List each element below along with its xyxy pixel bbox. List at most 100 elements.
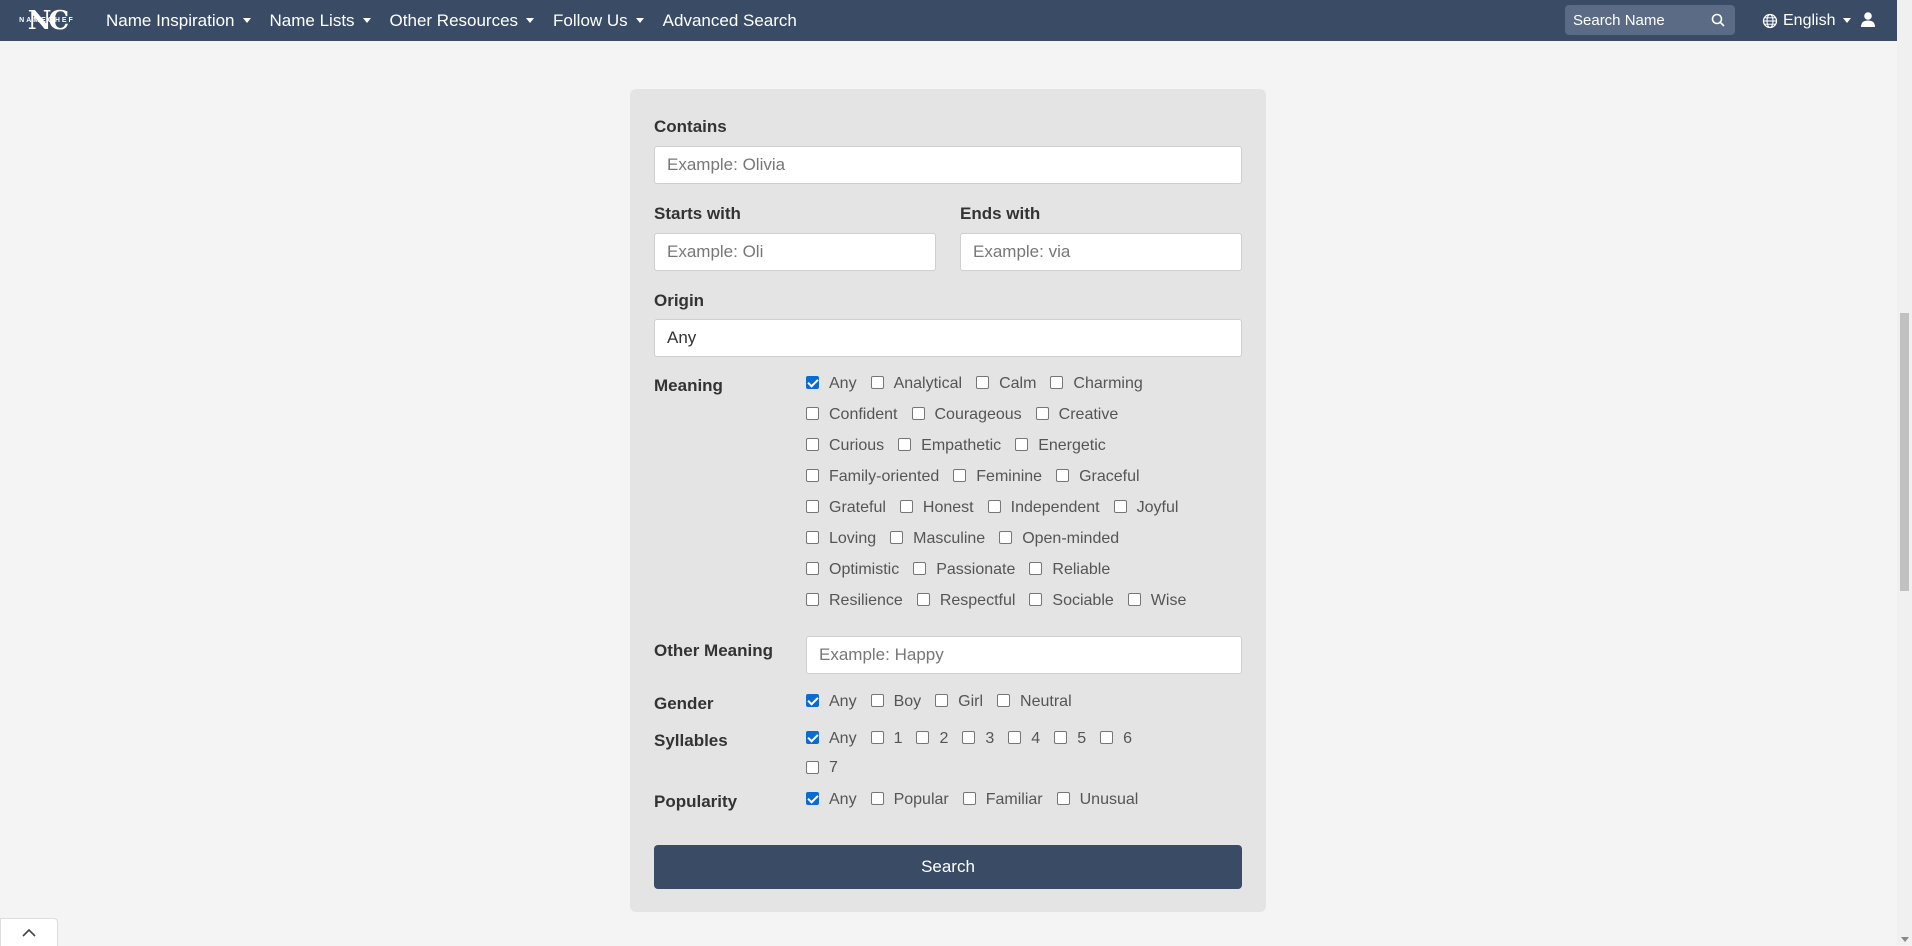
checkbox-icon[interactable] bbox=[890, 531, 904, 544]
meaning-option-respectful[interactable]: Respectful bbox=[916, 592, 1015, 610]
meaning-option-charming[interactable]: Charming bbox=[1050, 375, 1143, 393]
nav-item-name-lists[interactable]: Name Lists bbox=[270, 11, 371, 31]
checkbox-icon[interactable] bbox=[899, 500, 913, 513]
gender-option-neutral[interactable]: Neutral bbox=[997, 693, 1072, 711]
checkbox-icon[interactable] bbox=[916, 731, 930, 744]
search-icon[interactable] bbox=[1711, 13, 1725, 32]
meaning-option-open-minded[interactable]: Open-minded bbox=[999, 530, 1119, 548]
checkbox-icon[interactable] bbox=[1029, 562, 1043, 575]
meaning-option-honest[interactable]: Honest bbox=[899, 499, 974, 517]
nav-search-box[interactable] bbox=[1565, 5, 1735, 35]
checkbox-icon[interactable] bbox=[870, 376, 884, 389]
checkbox-icon[interactable] bbox=[898, 438, 912, 451]
checkbox-icon[interactable] bbox=[976, 376, 990, 389]
nav-item-name-inspiration[interactable]: Name Inspiration bbox=[106, 11, 251, 31]
meaning-option-courageous[interactable]: Courageous bbox=[911, 406, 1022, 424]
checkbox-icon[interactable] bbox=[806, 760, 819, 774]
syllables-option-6[interactable]: 6 bbox=[1100, 730, 1132, 748]
other-meaning-input[interactable] bbox=[806, 636, 1242, 674]
meaning-option-family-oriented[interactable]: Family-oriented bbox=[806, 468, 939, 486]
user-icon[interactable] bbox=[1860, 11, 1876, 33]
syllables-option-3[interactable]: 3 bbox=[962, 730, 994, 748]
scroll-down-arrow-icon[interactable] bbox=[1901, 937, 1909, 942]
meaning-option-curious[interactable]: Curious bbox=[806, 437, 884, 455]
meaning-option-confident[interactable]: Confident bbox=[806, 406, 898, 424]
nav-item-advanced-search[interactable]: Advanced Search bbox=[663, 11, 797, 31]
meaning-option-resilience[interactable]: Resilience bbox=[806, 592, 903, 610]
checkbox-icon[interactable] bbox=[987, 500, 1001, 513]
checkbox-icon[interactable] bbox=[1008, 731, 1022, 744]
meaning-option-reliable[interactable]: Reliable bbox=[1029, 561, 1110, 579]
meaning-option-wise[interactable]: Wise bbox=[1127, 592, 1186, 610]
checkbox-icon[interactable] bbox=[911, 407, 925, 420]
gender-option-boy[interactable]: Boy bbox=[870, 693, 921, 711]
meaning-option-calm[interactable]: Calm bbox=[976, 375, 1036, 393]
checkbox-icon[interactable] bbox=[1113, 500, 1127, 513]
checkbox-icon[interactable] bbox=[1056, 792, 1070, 805]
syllables-option-any[interactable]: Any bbox=[806, 730, 857, 748]
checkbox-icon[interactable] bbox=[962, 731, 976, 744]
checkbox-icon[interactable] bbox=[953, 469, 967, 482]
checkbox-icon[interactable] bbox=[806, 438, 819, 451]
meaning-option-independent[interactable]: Independent bbox=[987, 499, 1100, 517]
checkbox-icon[interactable] bbox=[806, 562, 819, 575]
checkbox-icon[interactable] bbox=[1100, 731, 1114, 744]
checkbox-icon[interactable] bbox=[1127, 593, 1141, 606]
syllables-option-7[interactable]: 7 bbox=[806, 759, 838, 777]
syllables-option-1[interactable]: 1 bbox=[870, 730, 902, 748]
gender-option-girl[interactable]: Girl bbox=[935, 693, 983, 711]
checkbox-icon[interactable] bbox=[1015, 438, 1029, 451]
checkbox-icon[interactable] bbox=[806, 593, 819, 606]
checkbox-icon[interactable] bbox=[1029, 593, 1043, 606]
syllables-option-5[interactable]: 5 bbox=[1054, 730, 1086, 748]
scrollbar-thumb[interactable] bbox=[1900, 313, 1909, 591]
checkbox-icon[interactable] bbox=[806, 469, 819, 482]
meaning-option-energetic[interactable]: Energetic bbox=[1015, 437, 1106, 455]
checkbox-checked-icon[interactable] bbox=[806, 694, 819, 707]
contains-input[interactable] bbox=[654, 146, 1242, 184]
checkbox-icon[interactable] bbox=[1054, 731, 1068, 744]
meaning-option-analytical[interactable]: Analytical bbox=[870, 375, 962, 393]
ends-with-input[interactable] bbox=[960, 233, 1242, 271]
language-selector[interactable]: English bbox=[1762, 0, 1852, 41]
search-button[interactable]: Search bbox=[654, 845, 1242, 889]
site-logo[interactable]: NC NAMECHEF bbox=[10, 6, 84, 36]
checkbox-icon[interactable] bbox=[806, 531, 819, 544]
checkbox-icon[interactable] bbox=[916, 593, 930, 606]
checkbox-icon[interactable] bbox=[806, 407, 819, 420]
checkbox-icon[interactable] bbox=[913, 562, 927, 575]
nav-item-follow-us[interactable]: Follow Us bbox=[553, 11, 644, 31]
checkbox-checked-icon[interactable] bbox=[806, 376, 819, 389]
checkbox-checked-icon[interactable] bbox=[806, 792, 819, 805]
meaning-option-creative[interactable]: Creative bbox=[1035, 406, 1118, 424]
popularity-option-popular[interactable]: Popular bbox=[870, 791, 949, 809]
checkbox-icon[interactable] bbox=[870, 694, 884, 707]
checkbox-icon[interactable] bbox=[1035, 407, 1049, 420]
meaning-option-graceful[interactable]: Graceful bbox=[1056, 468, 1140, 486]
origin-select[interactable]: Any bbox=[654, 319, 1242, 357]
meaning-option-joyful[interactable]: Joyful bbox=[1113, 499, 1178, 517]
popularity-option-any[interactable]: Any bbox=[806, 791, 857, 809]
popularity-option-familiar[interactable]: Familiar bbox=[962, 791, 1043, 809]
nav-item-other-resources[interactable]: Other Resources bbox=[390, 11, 535, 31]
meaning-option-passionate[interactable]: Passionate bbox=[913, 561, 1015, 579]
checkbox-icon[interactable] bbox=[999, 531, 1013, 544]
checkbox-icon[interactable] bbox=[870, 731, 884, 744]
checkbox-icon[interactable] bbox=[806, 500, 819, 513]
nav-search-input[interactable] bbox=[1565, 10, 1705, 30]
checkbox-icon[interactable] bbox=[997, 694, 1011, 707]
back-to-top-button[interactable] bbox=[0, 918, 58, 946]
meaning-option-feminine[interactable]: Feminine bbox=[953, 468, 1042, 486]
gender-option-any[interactable]: Any bbox=[806, 693, 857, 711]
checkbox-icon[interactable] bbox=[935, 694, 949, 707]
starts-with-input[interactable] bbox=[654, 233, 936, 271]
checkbox-icon[interactable] bbox=[1050, 376, 1064, 389]
page-scrollbar[interactable] bbox=[1897, 0, 1912, 945]
checkbox-icon[interactable] bbox=[870, 792, 884, 805]
checkbox-checked-icon[interactable] bbox=[806, 731, 819, 744]
meaning-option-any[interactable]: Any bbox=[806, 375, 857, 393]
meaning-option-loving[interactable]: Loving bbox=[806, 530, 876, 548]
meaning-option-sociable[interactable]: Sociable bbox=[1029, 592, 1114, 610]
syllables-option-2[interactable]: 2 bbox=[916, 730, 948, 748]
syllables-option-4[interactable]: 4 bbox=[1008, 730, 1040, 748]
